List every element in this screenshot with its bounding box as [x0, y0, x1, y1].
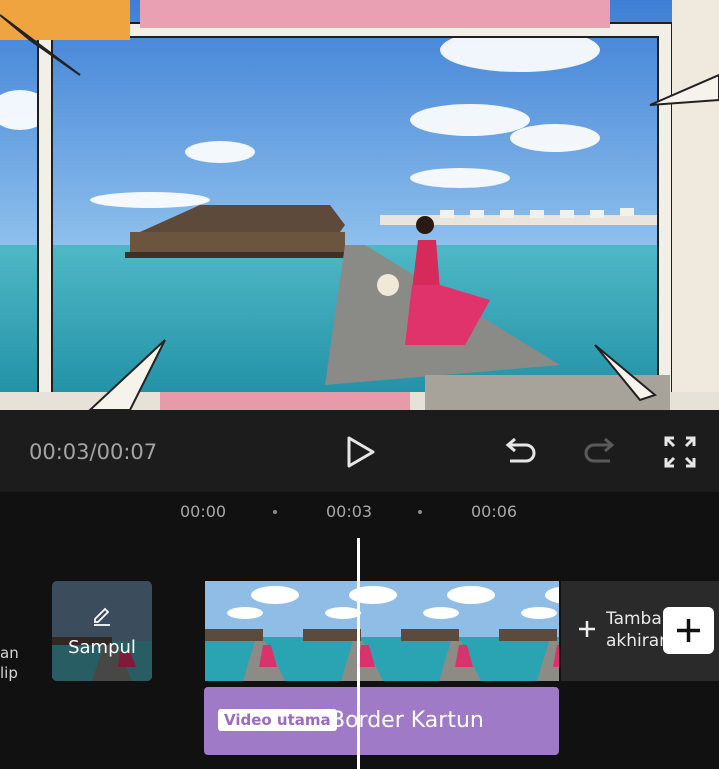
- ruler-tick: [273, 510, 277, 514]
- fullscreen-icon[interactable]: [660, 432, 700, 472]
- add-clip-button[interactable]: [663, 607, 714, 654]
- plus-icon: [677, 619, 700, 642]
- main-video-badge: Video utama: [218, 709, 337, 731]
- preview-image: [0, 0, 719, 410]
- main-video-clip[interactable]: [205, 581, 559, 681]
- cover-label: Sampul: [68, 637, 136, 658]
- clip-filmstrip: [205, 581, 559, 681]
- ruler-tick: [418, 510, 422, 514]
- playback-time: 00:03/00:07: [29, 440, 158, 464]
- undo-icon[interactable]: [500, 432, 540, 472]
- plus-icon: [577, 619, 597, 639]
- play-icon[interactable]: [340, 432, 380, 472]
- video-preview[interactable]: [0, 0, 719, 410]
- playhead[interactable]: [357, 538, 360, 769]
- offscreen-track-label: an lip: [0, 644, 19, 682]
- ruler-label: 00:06: [471, 502, 518, 521]
- ruler-label: 00:00: [180, 502, 227, 521]
- pencil-icon: [90, 603, 114, 627]
- effect-title: Border Kartun: [330, 708, 484, 733]
- ruler-label: 00:03: [326, 502, 373, 521]
- cover-button[interactable]: Sampul: [52, 581, 152, 681]
- cover-thumbnail: [52, 581, 152, 681]
- redo-icon[interactable]: [580, 432, 620, 472]
